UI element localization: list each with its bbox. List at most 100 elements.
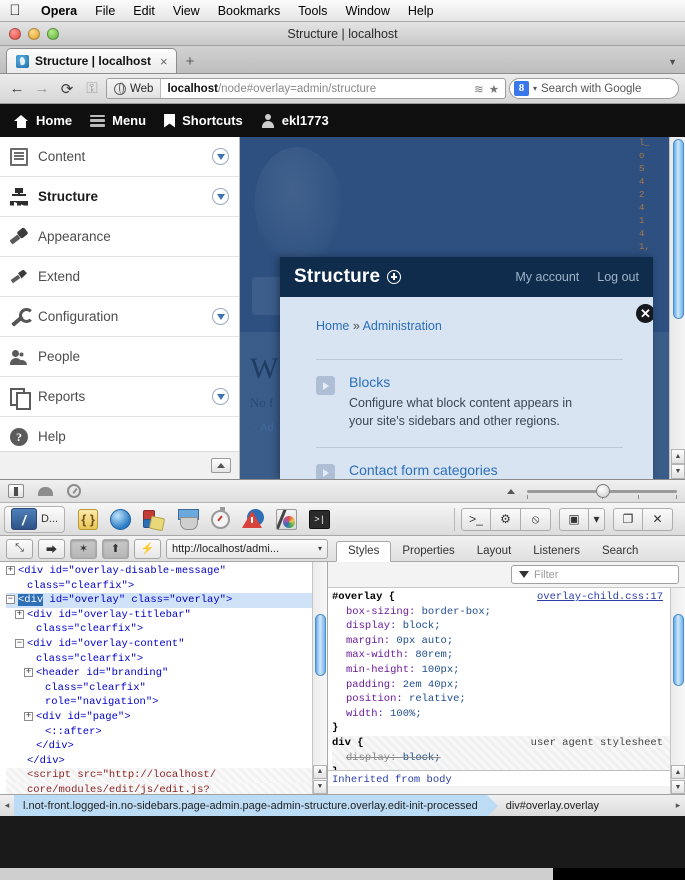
menu-opera[interactable]: Opera	[32, 4, 86, 18]
bookmark-star-icon[interactable]: ★	[489, 82, 499, 96]
tab-search[interactable]: Search	[591, 542, 649, 561]
devtools-active-tab[interactable]: / D...	[4, 505, 66, 533]
admin-item-blocks[interactable]: Blocks Configure what block content appe…	[316, 359, 623, 447]
dom-tree-line[interactable]: class="clearfix"	[6, 681, 327, 696]
menu-bookmarks[interactable]: Bookmarks	[209, 4, 290, 18]
collapse-tray-button[interactable]	[211, 458, 231, 473]
chevron-down-icon[interactable]	[212, 308, 229, 325]
lightning-icon[interactable]: ⚡	[134, 538, 161, 559]
admin-item-title[interactable]: Contact form categories	[349, 462, 599, 478]
collapse-caret-icon[interactable]	[507, 488, 515, 494]
css-declaration[interactable]: min-height: 100px;	[332, 663, 685, 678]
brace-icon[interactable]: { }	[78, 508, 99, 530]
styles-scrollbar-thumb[interactable]	[673, 614, 684, 686]
close-window-button[interactable]	[9, 27, 21, 40]
detach-icon[interactable]: ❐	[613, 507, 643, 531]
gear-icon[interactable]: ⚙	[491, 507, 521, 531]
css-rule[interactable]: div {user agent stylesheet display: block…	[332, 735, 685, 770]
scroll-up-icon[interactable]: ▲	[313, 765, 327, 779]
dom-tree-line[interactable]: − <div id="overlay-content"	[6, 637, 327, 652]
web-scope-chip[interactable]: Web	[107, 79, 162, 98]
menu-file[interactable]: File	[86, 4, 124, 18]
dom-tree-pane[interactable]: + <div id="overlay-disable-message" class=…	[0, 562, 328, 794]
chevron-down-icon[interactable]	[212, 388, 229, 405]
css-source-link[interactable]: user agent stylesheet	[531, 736, 685, 751]
back-button[interactable]: ←	[6, 80, 28, 97]
overlay-close-button[interactable]: ✕	[634, 301, 653, 325]
dom-tree-line[interactable]: class="clearfix">	[6, 579, 327, 594]
css-declaration[interactable]: max-width: 80rem;	[332, 648, 685, 663]
timer-icon[interactable]	[211, 506, 231, 529]
dom-tree-line[interactable]: + <div id="overlay-titlebar"	[6, 608, 327, 623]
command-line-icon[interactable]: >_	[461, 507, 491, 531]
css-declaration[interactable]: box-sizing: border-box;	[332, 605, 685, 620]
collapse-node-icon[interactable]: −	[6, 595, 15, 605]
apple-logo-icon[interactable]: 	[6, 3, 24, 18]
zoom-slider-group[interactable]	[507, 484, 677, 499]
dom-tree-line[interactable]: + <div id="overlay-disable-message"	[6, 564, 327, 579]
scroll-down-icon[interactable]: ▼	[313, 780, 327, 794]
admin-item-title[interactable]: Blocks	[349, 374, 599, 390]
pointer-icon[interactable]: ⬆	[102, 538, 129, 559]
dom-tree-line[interactable]: class="clearfix">	[6, 622, 327, 637]
css-declaration[interactable]: position: relative;	[332, 692, 685, 707]
dom-tree-line[interactable]: core/modules/edit/js/edit.js?	[6, 782, 327, 794]
dom-pane-scrollbar[interactable]: ▲ ▼	[312, 562, 327, 794]
pencil-icon[interactable]	[276, 508, 298, 530]
my-account-link[interactable]: My account	[515, 270, 579, 284]
zoom-window-button[interactable]	[47, 27, 59, 40]
page-vertical-scrollbar[interactable]: ▲ ▼	[669, 137, 685, 479]
scroll-down-icon[interactable]: ▼	[671, 780, 685, 794]
dom-tree-line[interactable]: + <header id="branding"	[6, 666, 327, 681]
page-scrollbar-arrows[interactable]: ▲ ▼	[671, 449, 685, 479]
css-declaration[interactable]: padding: 2em 40px;	[332, 678, 685, 693]
css-rules-list[interactable]: #overlay {overlay-child.css:17 box-sizing…	[328, 588, 685, 770]
dom-tree-line[interactable]: </div>	[6, 739, 327, 754]
scroll-right-icon[interactable]: ▸	[671, 800, 685, 811]
reload-button[interactable]: ⟳	[56, 80, 78, 98]
dom-tree-line[interactable]: − <div id="overlay" class="overlay">	[6, 593, 327, 608]
dom-scrollbar-thumb[interactable]	[315, 614, 326, 676]
password-key-icon[interactable]: ⚿	[81, 80, 103, 97]
expand-icon[interactable]: ⤡	[6, 538, 33, 559]
css-rule[interactable]: #overlay {overlay-child.css:17 box-sizing…	[332, 590, 685, 736]
scroll-down-icon[interactable]: ▼	[671, 464, 685, 479]
dom-tree-line[interactable]: </div>	[6, 754, 327, 769]
styles-pane-scrollbar[interactable]: ▲ ▼	[670, 588, 685, 794]
tab-layout[interactable]: Layout	[466, 542, 523, 561]
collapse-node-icon[interactable]: −	[15, 638, 24, 648]
css-source-link[interactable]: overlay-child.css:17	[537, 590, 685, 605]
add-overlay-icon[interactable]	[387, 270, 402, 284]
new-tab-button[interactable]: +	[177, 53, 204, 73]
status-crumb-selected[interactable]: div#overlay.overlay	[497, 795, 608, 816]
dom-tree-line[interactable]: <script src="http://localhost/	[6, 768, 327, 783]
sidebar-item-appearance[interactable]: Appearance	[0, 217, 239, 257]
signal-icon[interactable]: ⦸	[521, 507, 551, 531]
chevron-down-icon[interactable]: ▾	[318, 544, 322, 553]
url-input[interactable]: Web localhost/node#overlay=admin/structu…	[106, 78, 506, 99]
dom-tree-line[interactable]: + <div id="page">	[6, 710, 327, 725]
status-crumb-ancestor[interactable]: l.not-front.logged-in.no-sidebars.page-a…	[14, 795, 498, 816]
blocks-icon[interactable]	[143, 508, 165, 530]
sidebar-item-structure[interactable]: Structure	[0, 177, 239, 217]
styles-filter-input[interactable]: Filter	[511, 565, 679, 584]
toolbar-item-menu[interactable]: Menu	[86, 113, 160, 128]
gauge-icon[interactable]	[67, 484, 81, 498]
log-out-link[interactable]: Log out	[597, 270, 639, 284]
sidebar-item-reports[interactable]: Reports	[0, 377, 239, 417]
select-element-icon[interactable]: ✶	[70, 538, 97, 559]
css-declaration[interactable]: width: 100%;	[332, 707, 685, 722]
forward-button[interactable]: →	[31, 80, 53, 97]
expand-node-icon[interactable]: +	[24, 668, 33, 678]
rss-icon[interactable]: ≋	[474, 82, 484, 96]
tab-properties[interactable]: Properties	[391, 542, 465, 561]
menu-edit[interactable]: Edit	[124, 4, 164, 18]
toolbar-item-home[interactable]: Home	[10, 113, 86, 128]
page-scrollbar-thumb[interactable]	[673, 139, 684, 319]
toolbar-item-shortcuts[interactable]: Shortcuts	[160, 113, 257, 128]
sidebar-item-extend[interactable]: Extend	[0, 257, 239, 297]
cloud-icon[interactable]	[38, 486, 53, 496]
tab-structure-localhost[interactable]: Structure | localhost ×	[6, 48, 177, 73]
expand-node-icon[interactable]: +	[6, 566, 15, 575]
close-icon[interactable]: ✕	[643, 507, 673, 531]
